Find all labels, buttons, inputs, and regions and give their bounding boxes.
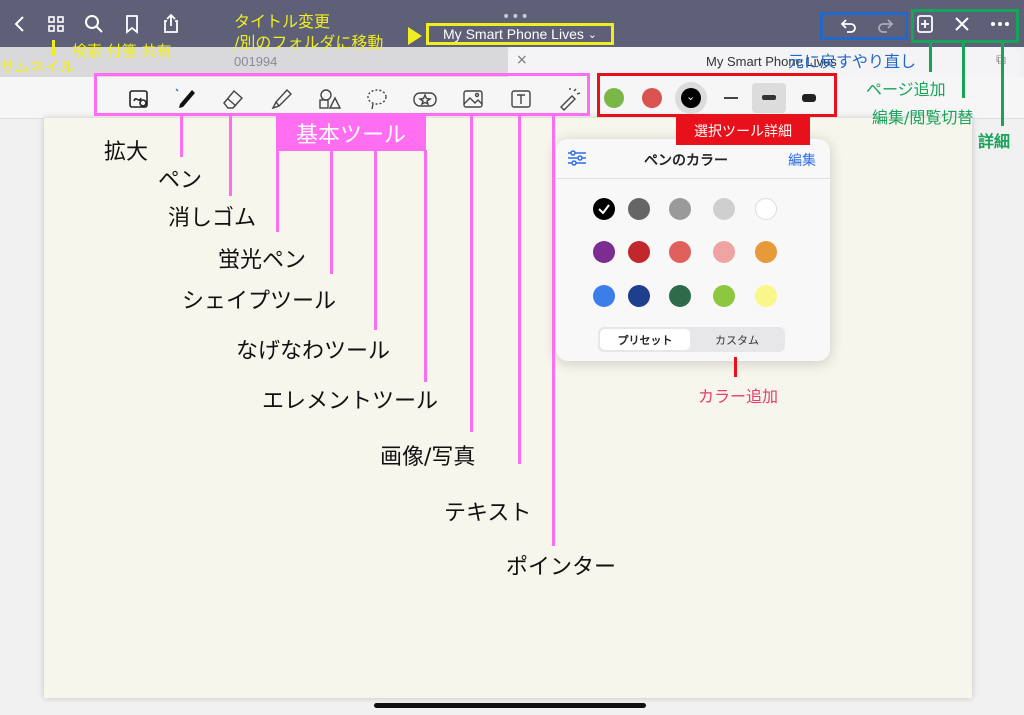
label-add-color: カラー追加 <box>698 387 779 406</box>
annotation-line <box>470 116 473 432</box>
page-actions-highlight <box>911 9 1019 43</box>
label-image: 画像/写真 <box>380 445 476 470</box>
label-highlighter: 蛍光ペン <box>218 248 307 273</box>
share-icon[interactable] <box>157 10 185 38</box>
palette-color-swatch[interactable] <box>755 285 777 307</box>
label-pointer: ポインター <box>506 555 617 580</box>
palette-color-swatch[interactable] <box>628 198 650 220</box>
annotation-line <box>962 42 965 98</box>
check-icon <box>598 204 610 215</box>
palette-color-swatch[interactable] <box>593 285 615 307</box>
palette-color-swatch[interactable] <box>713 285 735 307</box>
label-shape: シェイプツール <box>182 289 337 314</box>
annotation-line <box>229 116 232 196</box>
home-indicator[interactable] <box>374 703 646 708</box>
palette-color-swatch[interactable] <box>628 285 650 307</box>
grid-icon[interactable] <box>42 10 70 38</box>
selected-tool-highlight <box>597 73 837 117</box>
document-title-button[interactable]: My Smart Phone Lives ⌄ <box>426 23 614 45</box>
palette-color-swatch[interactable] <box>669 241 691 263</box>
palette-color-swatch[interactable] <box>755 198 777 220</box>
label-move-folder: /別のフォルダに移動 <box>234 33 384 52</box>
label-details: 詳細 <box>978 132 1011 151</box>
label-search-tag-share: 検索 付箋 共有 <box>72 42 172 60</box>
preset-tab[interactable]: プリセット <box>600 329 690 350</box>
palette-color-swatch[interactable] <box>713 241 735 263</box>
palette-color-swatch[interactable] <box>713 198 735 220</box>
annotation-line <box>374 150 377 330</box>
back-icon[interactable] <box>6 10 34 38</box>
annotation-line <box>734 357 737 377</box>
bookmark-icon[interactable] <box>118 10 146 38</box>
annotation-line <box>276 150 279 232</box>
document-title: My Smart Phone Lives <box>443 26 584 42</box>
label-eraser: 消しゴム <box>168 206 257 231</box>
annotation-line <box>424 150 427 382</box>
settings-icon[interactable] <box>566 148 588 172</box>
undo-redo-highlight <box>820 12 908 40</box>
palette-color-swatch[interactable] <box>593 241 615 263</box>
label-element: エレメントツール <box>262 389 439 414</box>
palette-color-swatch[interactable] <box>755 241 777 263</box>
basic-tools-highlight <box>94 73 590 116</box>
label-undo-redo: 元に戻すやり直し <box>788 52 917 71</box>
label-lasso: なげなわツール <box>236 339 391 364</box>
label-zoom: 拡大 <box>104 140 149 165</box>
label-add-page: ページ追加 <box>866 80 946 99</box>
label-pen: ペン <box>158 168 203 193</box>
annotation-line <box>929 42 932 72</box>
annotation-line <box>518 116 521 464</box>
arrow-right-icon <box>408 27 422 45</box>
palette-color-swatch[interactable] <box>593 198 615 220</box>
tab-label: 001994 <box>234 54 278 69</box>
search-icon[interactable] <box>80 10 108 38</box>
palette-color-swatch[interactable] <box>669 198 691 220</box>
annotation-line <box>180 116 183 157</box>
label-edit-view: 編集/閲覧切替 <box>872 108 974 127</box>
palette-color-swatch[interactable] <box>669 285 691 307</box>
popup-edit-button[interactable]: 編集 <box>788 150 816 170</box>
annotation-line <box>552 116 555 546</box>
annotation-line <box>330 150 333 274</box>
label-selected-tool-detail: 選択ツール詳細 <box>676 117 810 145</box>
label-thumbnail: サムネイル <box>0 58 75 76</box>
palette-color-swatch[interactable] <box>628 241 650 263</box>
popup-title: ペンのカラー <box>644 152 728 168</box>
annotation-line <box>1001 42 1004 126</box>
annotation-line <box>52 40 55 56</box>
chevron-down-icon: ⌄ <box>587 28 597 41</box>
custom-tab[interactable]: カスタム <box>692 329 782 350</box>
tab-close-icon[interactable]: × <box>516 52 528 68</box>
label-basic-tools: 基本ツール <box>276 114 426 151</box>
label-text: テキスト <box>444 501 532 526</box>
